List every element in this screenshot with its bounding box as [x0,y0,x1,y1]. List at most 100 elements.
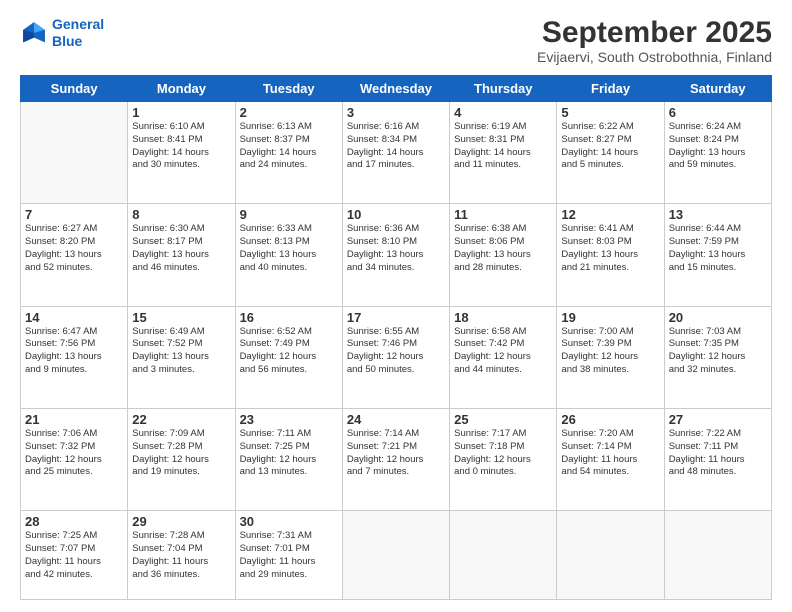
table-row [21,102,128,204]
calendar-week-2: 7Sunrise: 6:27 AMSunset: 8:20 PMDaylight… [21,204,772,306]
table-row: 16Sunrise: 6:52 AMSunset: 7:49 PMDayligh… [235,306,342,408]
table-row: 14Sunrise: 6:47 AMSunset: 7:56 PMDayligh… [21,306,128,408]
table-row: 24Sunrise: 7:14 AMSunset: 7:21 PMDayligh… [342,408,449,510]
day-info: Sunrise: 6:30 AMSunset: 8:17 PMDaylight:… [132,223,230,274]
day-info: Sunrise: 6:52 AMSunset: 7:49 PMDaylight:… [240,326,338,377]
day-info: Sunrise: 6:47 AMSunset: 7:56 PMDaylight:… [25,326,123,377]
table-row: 25Sunrise: 7:17 AMSunset: 7:18 PMDayligh… [450,408,557,510]
day-info: Sunrise: 7:31 AMSunset: 7:01 PMDaylight:… [240,530,338,581]
day-number: 24 [347,412,445,427]
day-info: Sunrise: 6:33 AMSunset: 8:13 PMDaylight:… [240,223,338,274]
table-row: 26Sunrise: 7:20 AMSunset: 7:14 PMDayligh… [557,408,664,510]
logo-line1: General [52,16,104,32]
day-number: 10 [347,207,445,222]
location-subtitle: Evijaervi, South Ostrobothnia, Finland [537,49,772,65]
table-row: 23Sunrise: 7:11 AMSunset: 7:25 PMDayligh… [235,408,342,510]
table-row: 18Sunrise: 6:58 AMSunset: 7:42 PMDayligh… [450,306,557,408]
day-info: Sunrise: 6:13 AMSunset: 8:37 PMDaylight:… [240,121,338,172]
day-number: 23 [240,412,338,427]
day-number: 13 [669,207,767,222]
table-row: 30Sunrise: 7:31 AMSunset: 7:01 PMDayligh… [235,511,342,600]
weekday-header-row: Sunday Monday Tuesday Wednesday Thursday… [21,76,772,102]
table-row: 1Sunrise: 6:10 AMSunset: 8:41 PMDaylight… [128,102,235,204]
table-row [450,511,557,600]
day-info: Sunrise: 7:09 AMSunset: 7:28 PMDaylight:… [132,428,230,479]
day-number: 17 [347,310,445,325]
table-row: 9Sunrise: 6:33 AMSunset: 8:13 PMDaylight… [235,204,342,306]
table-row [342,511,449,600]
logo-text: General Blue [52,16,104,50]
header-wednesday: Wednesday [342,76,449,102]
table-row: 29Sunrise: 7:28 AMSunset: 7:04 PMDayligh… [128,511,235,600]
day-info: Sunrise: 6:16 AMSunset: 8:34 PMDaylight:… [347,121,445,172]
day-number: 4 [454,105,552,120]
day-number: 26 [561,412,659,427]
table-row: 17Sunrise: 6:55 AMSunset: 7:46 PMDayligh… [342,306,449,408]
table-row: 7Sunrise: 6:27 AMSunset: 8:20 PMDaylight… [21,204,128,306]
table-row [557,511,664,600]
table-row: 22Sunrise: 7:09 AMSunset: 7:28 PMDayligh… [128,408,235,510]
calendar-week-4: 21Sunrise: 7:06 AMSunset: 7:32 PMDayligh… [21,408,772,510]
table-row: 15Sunrise: 6:49 AMSunset: 7:52 PMDayligh… [128,306,235,408]
day-number: 11 [454,207,552,222]
day-info: Sunrise: 6:19 AMSunset: 8:31 PMDaylight:… [454,121,552,172]
table-row: 10Sunrise: 6:36 AMSunset: 8:10 PMDayligh… [342,204,449,306]
day-info: Sunrise: 7:25 AMSunset: 7:07 PMDaylight:… [25,530,123,581]
table-row: 12Sunrise: 6:41 AMSunset: 8:03 PMDayligh… [557,204,664,306]
day-info: Sunrise: 6:10 AMSunset: 8:41 PMDaylight:… [132,121,230,172]
month-title: September 2025 [537,16,772,49]
table-row: 19Sunrise: 7:00 AMSunset: 7:39 PMDayligh… [557,306,664,408]
day-info: Sunrise: 7:28 AMSunset: 7:04 PMDaylight:… [132,530,230,581]
table-row: 11Sunrise: 6:38 AMSunset: 8:06 PMDayligh… [450,204,557,306]
table-row: 6Sunrise: 6:24 AMSunset: 8:24 PMDaylight… [664,102,771,204]
day-info: Sunrise: 6:49 AMSunset: 7:52 PMDaylight:… [132,326,230,377]
day-number: 3 [347,105,445,120]
header-sunday: Sunday [21,76,128,102]
day-info: Sunrise: 7:14 AMSunset: 7:21 PMDaylight:… [347,428,445,479]
logo-icon [20,19,48,47]
table-row [664,511,771,600]
header-friday: Friday [557,76,664,102]
table-row: 8Sunrise: 6:30 AMSunset: 8:17 PMDaylight… [128,204,235,306]
day-number: 14 [25,310,123,325]
day-number: 16 [240,310,338,325]
calendar: Sunday Monday Tuesday Wednesday Thursday… [20,75,772,600]
day-info: Sunrise: 7:03 AMSunset: 7:35 PMDaylight:… [669,326,767,377]
logo-line2: Blue [52,33,82,49]
calendar-week-5: 28Sunrise: 7:25 AMSunset: 7:07 PMDayligh… [21,511,772,600]
day-number: 30 [240,514,338,529]
table-row: 27Sunrise: 7:22 AMSunset: 7:11 PMDayligh… [664,408,771,510]
day-number: 1 [132,105,230,120]
day-info: Sunrise: 7:06 AMSunset: 7:32 PMDaylight:… [25,428,123,479]
table-row: 28Sunrise: 7:25 AMSunset: 7:07 PMDayligh… [21,511,128,600]
day-number: 20 [669,310,767,325]
day-number: 8 [132,207,230,222]
day-info: Sunrise: 6:44 AMSunset: 7:59 PMDaylight:… [669,223,767,274]
day-info: Sunrise: 7:00 AMSunset: 7:39 PMDaylight:… [561,326,659,377]
day-number: 5 [561,105,659,120]
table-row: 2Sunrise: 6:13 AMSunset: 8:37 PMDaylight… [235,102,342,204]
header: General Blue September 2025 Evijaervi, S… [20,16,772,65]
day-number: 18 [454,310,552,325]
day-number: 21 [25,412,123,427]
day-number: 28 [25,514,123,529]
table-row: 21Sunrise: 7:06 AMSunset: 7:32 PMDayligh… [21,408,128,510]
header-tuesday: Tuesday [235,76,342,102]
table-row: 5Sunrise: 6:22 AMSunset: 8:27 PMDaylight… [557,102,664,204]
day-info: Sunrise: 7:17 AMSunset: 7:18 PMDaylight:… [454,428,552,479]
day-number: 7 [25,207,123,222]
day-number: 15 [132,310,230,325]
day-info: Sunrise: 6:24 AMSunset: 8:24 PMDaylight:… [669,121,767,172]
day-info: Sunrise: 7:22 AMSunset: 7:11 PMDaylight:… [669,428,767,479]
day-info: Sunrise: 6:22 AMSunset: 8:27 PMDaylight:… [561,121,659,172]
day-number: 9 [240,207,338,222]
table-row: 4Sunrise: 6:19 AMSunset: 8:31 PMDaylight… [450,102,557,204]
day-number: 22 [132,412,230,427]
day-info: Sunrise: 6:27 AMSunset: 8:20 PMDaylight:… [25,223,123,274]
day-number: 6 [669,105,767,120]
logo: General Blue [20,16,104,50]
day-info: Sunrise: 6:36 AMSunset: 8:10 PMDaylight:… [347,223,445,274]
day-info: Sunrise: 7:11 AMSunset: 7:25 PMDaylight:… [240,428,338,479]
day-info: Sunrise: 6:41 AMSunset: 8:03 PMDaylight:… [561,223,659,274]
header-saturday: Saturday [664,76,771,102]
